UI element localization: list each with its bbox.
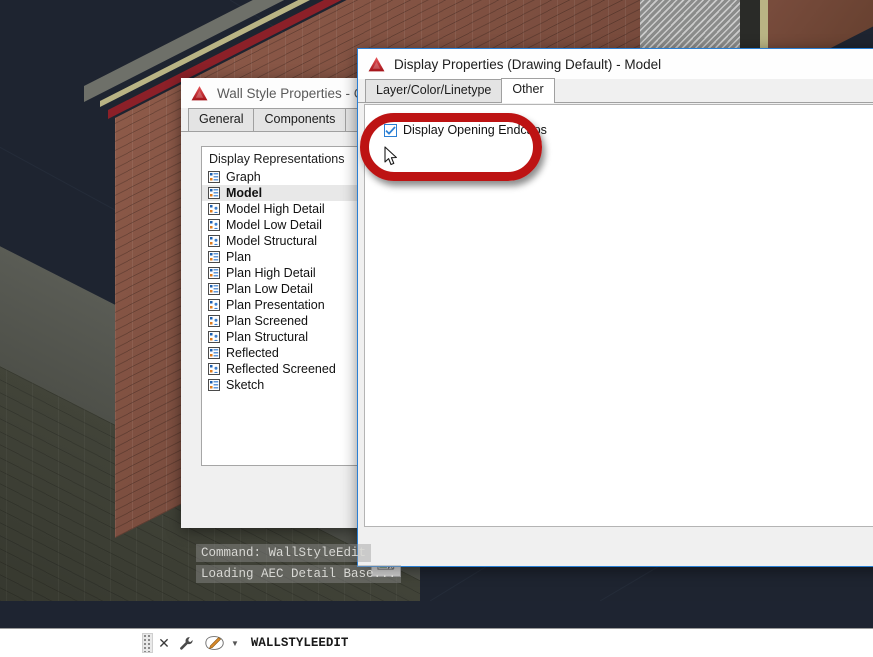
display-representation-label: Reflected Screened — [226, 362, 336, 376]
display-rep-override-icon — [208, 299, 220, 311]
display-opening-endcaps-checkbox[interactable] — [384, 124, 397, 137]
display-rep-override-icon — [208, 315, 220, 327]
display-representation-label: Plan Presentation — [226, 298, 325, 312]
display-properties-page-other: Display Opening Endcaps — [364, 104, 873, 527]
display-representation-label: Plan Screened — [226, 314, 309, 328]
display-opening-endcaps-row[interactable]: Display Opening Endcaps — [365, 105, 873, 137]
mouse-cursor-icon — [384, 146, 397, 166]
display-properties-footer — [359, 528, 873, 566]
display-opening-endcaps-label: Display Opening Endcaps — [403, 123, 547, 137]
command-history-line: Loading AEC Detail Base... — [196, 565, 402, 583]
display-representation-label: Plan Low Detail — [226, 282, 313, 296]
wrench-icon-svg — [179, 636, 193, 650]
display-rep-icon — [208, 267, 220, 279]
command-history: Command: WallStyleEdit Loading AEC Detai… — [196, 543, 402, 585]
display-properties-titlebar[interactable]: Display Properties (Drawing Default) - M… — [358, 49, 873, 79]
display-representation-label: Model — [226, 186, 263, 200]
drag-grip-icon[interactable] — [142, 633, 153, 653]
command-prompt-value[interactable]: WALLSTYLEEDIT — [251, 636, 349, 650]
display-properties-dialog[interactable]: Display Properties (Drawing Default) - M… — [357, 48, 873, 567]
command-history-line: Command: WallStyleEdit — [196, 544, 372, 562]
display-rep-override-icon — [208, 219, 220, 231]
display-representation-label: Model Structural — [226, 234, 318, 248]
display-representation-label: Model Low Detail — [226, 218, 322, 232]
pen-icon-svg — [205, 636, 224, 650]
display-rep-icon — [208, 379, 220, 391]
display-properties-tabstrip[interactable]: Layer/Color/Linetype Other — [358, 78, 873, 103]
tab-components[interactable]: Components — [253, 108, 347, 131]
pen-icon[interactable] — [200, 632, 230, 654]
display-representation-label: Plan — [226, 250, 252, 264]
display-representation-label: Plan Structural — [226, 330, 308, 344]
close-icon[interactable]: ✕ — [153, 631, 175, 655]
chevron-down-icon[interactable]: ▼ — [231, 639, 239, 648]
command-bar-left-pad — [0, 628, 137, 657]
tab-general[interactable]: General — [188, 108, 255, 131]
display-rep-override-icon — [208, 331, 220, 343]
display-representation-label: Reflected — [226, 346, 279, 360]
display-representation-label: Plan High Detail — [226, 266, 316, 280]
autodesk-triangle-icon — [191, 85, 208, 100]
display-rep-override-icon — [208, 235, 220, 247]
command-input-bar[interactable]: ✕ ▼ WALLSTYLEEDIT — [137, 628, 873, 657]
display-rep-icon — [208, 251, 220, 263]
autodesk-triangle-icon — [368, 56, 385, 71]
display-rep-icon — [208, 283, 220, 295]
display-rep-icon — [208, 187, 220, 199]
display-representation-label: Graph — [226, 170, 261, 184]
display-properties-title-text: Display Properties (Drawing Default) - M… — [394, 56, 662, 72]
checkmark-icon — [385, 126, 396, 135]
tab-other[interactable]: Other — [501, 78, 555, 103]
display-rep-override-icon — [208, 203, 220, 215]
tab-layer-color-linetype[interactable]: Layer/Color/Linetype — [365, 79, 503, 102]
display-rep-icon — [208, 171, 220, 183]
display-rep-icon — [208, 347, 220, 359]
display-representation-label: Model High Detail — [226, 202, 325, 216]
display-representation-label: Sketch — [226, 378, 265, 392]
display-rep-override-icon — [208, 363, 220, 375]
wrench-icon[interactable] — [175, 631, 197, 655]
